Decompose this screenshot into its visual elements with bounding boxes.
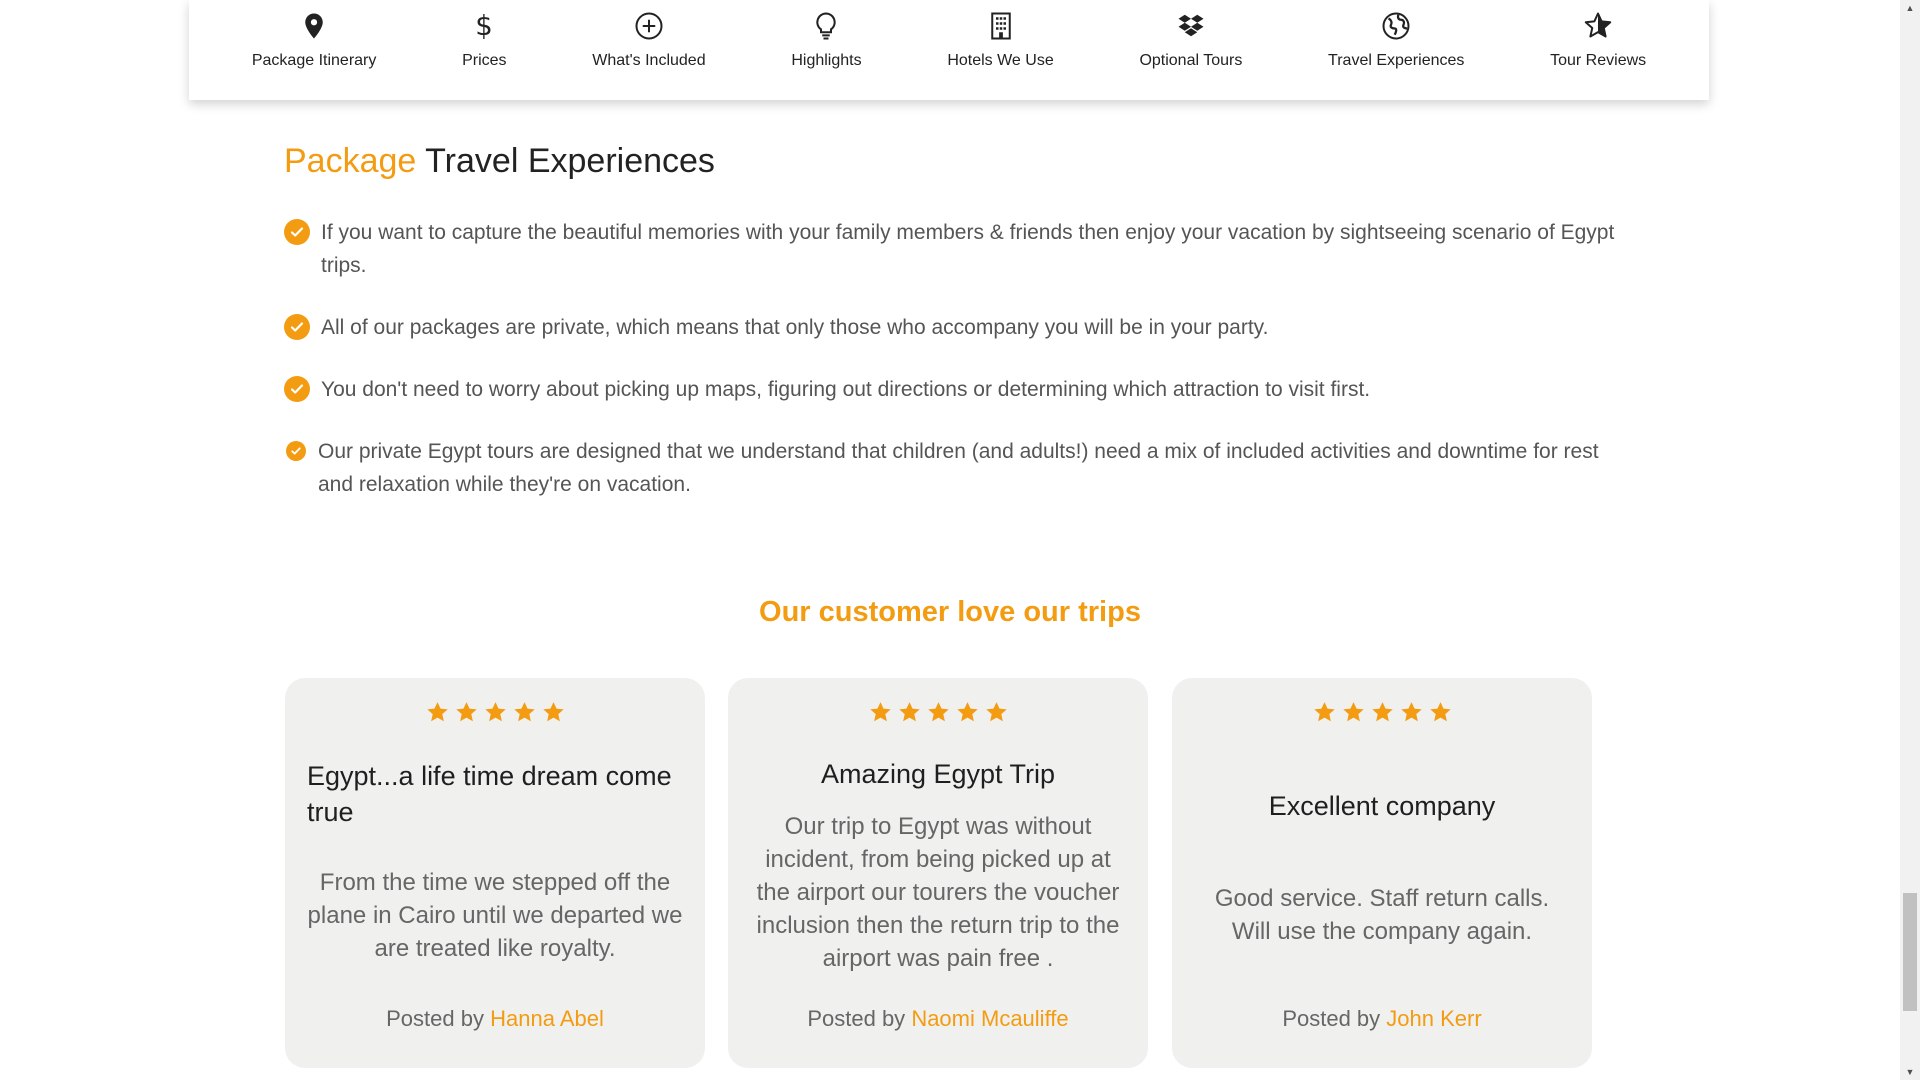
review-card: Egypt...a life time dream come true From… — [285, 678, 705, 1068]
section-title-accent: Package — [284, 142, 417, 180]
experience-text: You don't need to worry about picking up… — [321, 378, 1371, 401]
star-icon — [955, 700, 980, 730]
review-title: Egypt...a life time dream come true — [307, 761, 672, 827]
dropbox-icon — [1175, 10, 1207, 42]
tab-label: Package Itinerary — [251, 52, 377, 69]
experience-item: All of our packages are private, which m… — [284, 311, 1624, 344]
check-circle-icon — [284, 376, 310, 402]
tab-label: Tour Reviews — [1550, 52, 1647, 69]
experience-item: Our private Egypt tours are designed tha… — [284, 435, 1624, 501]
dollar-icon: $ — [468, 10, 500, 42]
check-circle-icon — [284, 314, 310, 340]
star-icon — [897, 700, 922, 730]
tab-whats-included[interactable]: What's Included — [592, 0, 706, 70]
star-icon — [1399, 700, 1424, 730]
star-icon — [425, 700, 450, 730]
experience-item: If you want to capture the beautiful mem… — [284, 216, 1624, 282]
star-rating — [307, 700, 683, 730]
star-icon — [1341, 700, 1366, 730]
plus-circle-icon — [633, 10, 665, 42]
review-body: Good service. Staff return calls. Will u… — [1214, 885, 1550, 945]
star-icon — [1582, 10, 1614, 42]
star-icon — [541, 700, 566, 730]
svg-text:$: $ — [476, 11, 494, 41]
tab-hotels-we-use[interactable]: Hotels We Use — [947, 0, 1054, 70]
tour-tab-nav: Package Itinerary $ Prices What's Includ… — [189, 0, 1709, 100]
tab-prices[interactable]: $ Prices — [462, 0, 506, 70]
page: Package Itinerary $ Prices What's Includ… — [0, 0, 1920, 1080]
tab-label: Optional Tours — [1139, 52, 1243, 69]
review-card: Excellent company Good service. Staff re… — [1172, 678, 1592, 1068]
tab-package-itinerary[interactable]: Package Itinerary — [251, 0, 377, 70]
star-icon — [483, 700, 508, 730]
section-title-rest: Travel Experiences — [425, 142, 715, 180]
posted-by-label: Posted by — [386, 1006, 484, 1031]
experience-item: You don't need to worry about picking up… — [284, 373, 1624, 406]
tab-label: Highlights — [791, 52, 862, 69]
tab-travel-experiences[interactable]: Travel Experiences — [1328, 0, 1464, 70]
building-icon — [985, 10, 1017, 42]
review-author: Posted by John Kerr — [1172, 1006, 1592, 1032]
star-rating — [1194, 700, 1570, 730]
star-icon — [512, 700, 537, 730]
check-circle-icon — [284, 219, 310, 245]
author-name[interactable]: John Kerr — [1386, 1006, 1481, 1031]
section-title: Package Travel Experiences — [284, 142, 715, 181]
vertical-scrollbar[interactable]: ▲ ▼ — [1900, 0, 1920, 1080]
scroll-up-arrow-icon[interactable]: ▲ — [1900, 0, 1920, 16]
star-icon — [1312, 700, 1337, 730]
star-icon — [454, 700, 479, 730]
posted-by-label: Posted by — [1282, 1006, 1381, 1031]
check-circle-icon — [286, 441, 306, 461]
star-icon — [1428, 700, 1453, 730]
experience-text: Our private Egypt tours are designed tha… — [318, 440, 1599, 496]
review-title: Excellent company — [1268, 791, 1496, 821]
tab-optional-tours[interactable]: Optional Tours — [1139, 0, 1242, 70]
star-rating — [750, 700, 1126, 730]
review-body: Our trip to Egypt was without incident, … — [756, 813, 1120, 972]
review-body: From the time we stepped off the plane i… — [307, 869, 683, 962]
tab-label: Hotels We Use — [947, 52, 1054, 69]
review-author: Posted by Hanna Abel — [285, 1006, 705, 1032]
tab-tour-reviews[interactable]: Tour Reviews — [1550, 0, 1646, 70]
review-author: Posted by Naomi Mcauliffe — [728, 1006, 1148, 1032]
tab-label: Travel Experiences — [1328, 52, 1465, 69]
author-name[interactable]: Hanna Abel — [490, 1006, 604, 1031]
tab-label: What's Included — [592, 52, 706, 69]
scroll-down-arrow-icon[interactable]: ▼ — [1900, 1064, 1920, 1080]
scrollbar-thumb[interactable] — [1903, 893, 1917, 1011]
experience-text: All of our packages are private, which m… — [321, 316, 1269, 339]
star-icon — [1370, 700, 1395, 730]
experience-text: If you want to capture the beautiful mem… — [321, 221, 1615, 277]
star-icon — [984, 700, 1009, 730]
review-title: Amazing Egypt Trip — [820, 759, 1056, 789]
lightbulb-icon — [810, 10, 842, 42]
author-name[interactable]: Naomi Mcauliffe — [911, 1006, 1068, 1031]
tab-highlights[interactable]: Highlights — [791, 0, 862, 70]
tab-label: Prices — [462, 52, 507, 69]
map-pin-icon — [298, 10, 330, 42]
review-card: Amazing Egypt Trip Our trip to Egypt was… — [728, 678, 1148, 1068]
posted-by-label: Posted by — [807, 1006, 906, 1031]
star-icon — [868, 700, 893, 730]
star-icon — [926, 700, 951, 730]
globe-icon — [1380, 10, 1412, 42]
experience-list: If you want to capture the beautiful mem… — [284, 216, 1624, 530]
reviews-heading: Our customer love our trips — [759, 596, 1141, 628]
